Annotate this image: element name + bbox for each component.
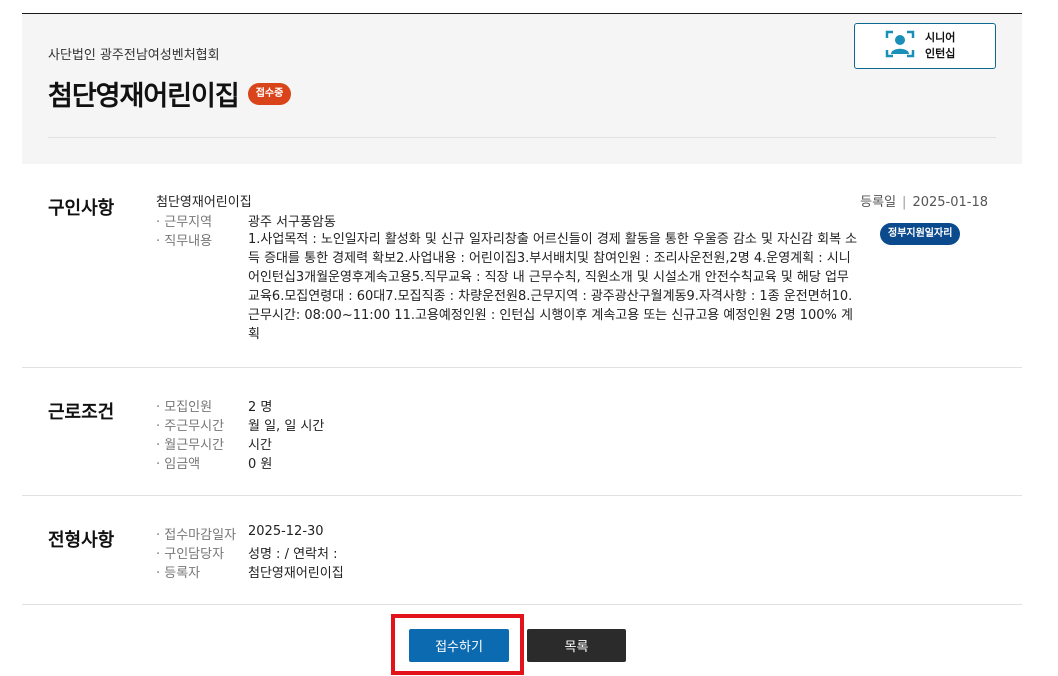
senior-label-line2: 인턴십 [925, 47, 956, 60]
selection-label: · 접수마감일자 [156, 528, 237, 543]
selection-label: · 등록자 [156, 566, 201, 581]
status-badge: 접수중 [247, 82, 292, 105]
section-divider [22, 367, 1022, 368]
reg-separator: | [902, 195, 907, 210]
list-button[interactable]: 목록 [527, 629, 626, 662]
job-section-title: 구인사항 [48, 198, 115, 219]
selection-row: · 구인담당자 성명 : / 연락처 : [156, 543, 337, 562]
condition-row: · 주근무시간 월 일, 일 시간 [156, 415, 324, 434]
condition-label: · 주근무시간 [156, 419, 225, 434]
organization-name: 사단법인 광주전남여성벤처협회 [48, 48, 220, 63]
condition-label: · 임금액 [156, 457, 201, 472]
duties-label: · 직무내용 [156, 234, 213, 249]
page-title: 첨단영재어린이집 [48, 81, 240, 112]
duties-label-row: · 직무내용 [156, 230, 248, 249]
condition-value: 월 일, 일 시간 [248, 419, 325, 434]
header-divider [48, 137, 996, 138]
selection-row: · 등록자 첨단영재어린이집 [156, 562, 344, 581]
senior-label-line1: 시니어 [925, 31, 956, 44]
apply-button[interactable]: 접수하기 [409, 629, 509, 662]
location-label: · 근무지역 [156, 215, 213, 230]
conditions-section-title: 근로조건 [48, 402, 115, 423]
selection-value: 2025-12-30 [248, 524, 324, 539]
selection-value: 첨단영재어린이집 [248, 566, 344, 581]
job-header: 사단법인 광주전남여성벤처협회 첨단영재어린이집 접수중 시니어 인턴십 [22, 13, 1022, 164]
reg-date-value: 2025-01-18 [912, 195, 988, 210]
selection-label: · 구인담당자 [156, 547, 225, 562]
condition-row: · 모집인원 2 명 [156, 396, 272, 415]
condition-row: · 임금액 0 원 [156, 453, 272, 472]
registration-date: 등록일 | 2025-01-18 [860, 191, 988, 210]
selection-row: · 접수마감일자 2025-12-30 [156, 524, 324, 543]
duties-text: 1.사업목적 : 노인일자리 활성화 및 신규 일자리창출 어르신들이 경제 활… [248, 232, 858, 342]
senior-internship-label: 시니어 인턴십 [925, 30, 965, 62]
senior-internship-button[interactable]: 시니어 인턴십 [854, 23, 996, 69]
condition-label: · 모집인원 [156, 400, 213, 415]
person-frame-icon [885, 30, 915, 62]
condition-value: 0 원 [248, 457, 273, 472]
condition-value: 2 명 [248, 400, 273, 415]
section-divider [22, 495, 1022, 496]
title-row: 첨단영재어린이집 접수중 [48, 74, 292, 113]
condition-row: · 월근무시간 시간 [156, 434, 272, 453]
location-row: · 근무지역 광주 서구풍암동 [156, 211, 336, 230]
gov-job-badge: 정부지원일자리 [880, 223, 961, 245]
condition-value: 시간 [248, 438, 272, 453]
condition-label: · 월근무시간 [156, 438, 225, 453]
section-divider [22, 604, 1022, 605]
selection-section-title: 전형사항 [48, 530, 115, 551]
company-name: 첨단영재어린이집 [156, 195, 252, 210]
selection-value: 성명 : / 연락처 : [248, 547, 338, 562]
location-value: 광주 서구풍암동 [248, 215, 336, 230]
reg-date-label: 등록일 [860, 195, 897, 210]
